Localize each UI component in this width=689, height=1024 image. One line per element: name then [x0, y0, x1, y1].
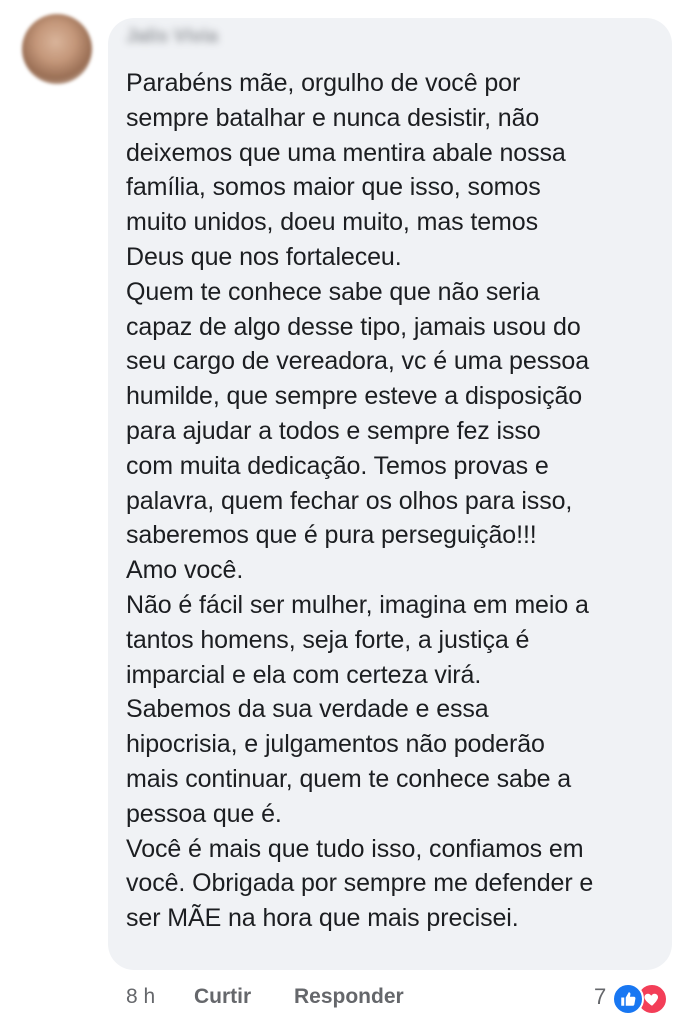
comment-line: muito unidos, doeu muito, mas temos [126, 208, 538, 237]
comment-line: sempre batalhar e nunca desistir, não [126, 103, 540, 132]
comment-line: Parabéns mãe, orgulho de você por [126, 69, 521, 97]
comment-line: família, somos maior que isso, somos [126, 173, 541, 202]
comment-line: palavra, quem fechar os olhos para isso, [126, 486, 573, 515]
comment-line: imparcial e ela com certeza virá. [126, 660, 482, 689]
comment-line: tantos homens, seja forte, a justiça é [126, 625, 530, 654]
comment-line: para ajudar a todos e sempre fez isso [126, 416, 541, 445]
comment-line: deixemos que uma mentira abale nossa [126, 138, 566, 167]
comment-line: humilde, que sempre esteve a disposição [126, 382, 583, 411]
comment-timestamp[interactable]: 8 h [126, 982, 155, 1012]
comment-text: Parabéns mãe, orgulho de você por sempre… [126, 66, 666, 936]
reaction-icons[interactable] [612, 982, 676, 1015]
comment-line: com muita dedicação. Temos provas e [126, 451, 549, 480]
like-button[interactable]: Curtir [194, 982, 251, 1012]
comment-line: Você é mais que tudo isso, confiamos em [126, 834, 584, 863]
comment-line: saberemos que é pura perseguição!!! [126, 521, 537, 550]
comment-line: Quem te conhece sabe que não seria [126, 277, 540, 306]
reply-button[interactable]: Responder [294, 982, 404, 1012]
comment-line: capaz de algo desse tipo, jamais usou do [126, 312, 581, 341]
comment-line: Sabemos da sua verdade e essa [126, 695, 489, 724]
like-icon [612, 983, 644, 1015]
comment-line: Não é fácil ser mulher, imagina em meio … [126, 590, 589, 619]
comment-avatar[interactable] [22, 14, 92, 84]
reaction-count[interactable]: 7 [594, 982, 606, 1012]
comment-author[interactable]: Jalis Vívia [126, 26, 218, 48]
comment-line: hipocrisia, e julgamentos não poderão [126, 730, 545, 759]
comment-line: Amo você. [126, 556, 244, 585]
comment-line: mais continuar, quem te conhece sabe a [126, 764, 572, 793]
comment-line: pessoa que é. [126, 799, 282, 828]
comment-line: Deus que nos fortaleceu. [126, 242, 402, 271]
comment-line: ser MÃE na hora que mais precisei. [126, 904, 519, 933]
comment-line: seu cargo de vereadora, vc é uma pessoa [126, 347, 590, 376]
comment-line: você. Obrigada por sempre me defender e [126, 869, 594, 898]
